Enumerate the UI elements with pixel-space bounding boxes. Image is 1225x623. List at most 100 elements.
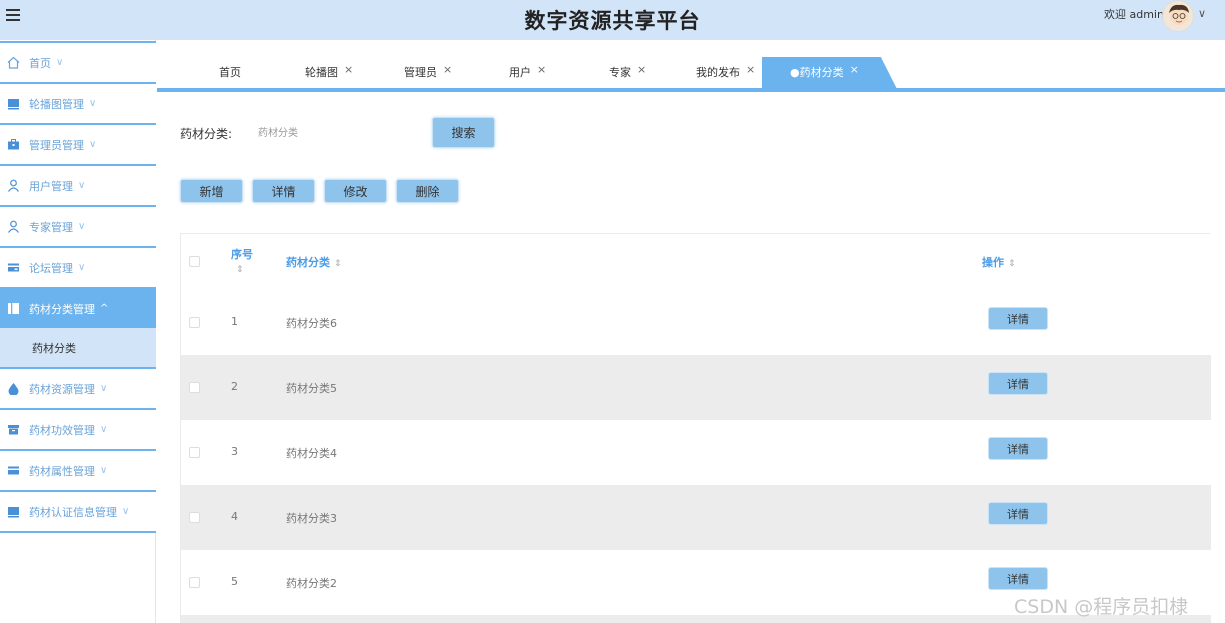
select-all-checkbox[interactable] [189,256,200,267]
tab-category[interactable]: ●药材分类 × [790,63,859,80]
sort-icon[interactable]: ⇕ [1008,259,1016,269]
chevron-down-icon: ∨ [100,383,108,394]
column-header-label: 操作 [982,256,1004,269]
row-detail-button[interactable]: 详情 [988,307,1048,330]
row-checkbox[interactable] [189,512,200,523]
sidebar-item-attributes[interactable]: 药材属性管理 ∨ [0,449,156,490]
sidebar-item-label: 专家管理 [29,220,73,234]
table-row: 1 药材分类6 详情 [181,290,1211,355]
user-icon [6,179,20,193]
close-icon[interactable]: × [850,63,859,76]
sidebar-item-users[interactable]: 用户管理 ∨ [0,164,156,205]
avatar[interactable] [1162,0,1194,32]
tab-label: 轮播图 [305,66,338,79]
sidebar-item-label: 药材属性管理 [29,464,95,478]
delete-button[interactable]: 删除 [396,179,459,203]
card-icon [6,261,20,275]
submenu-item-label: 药材分类 [32,342,76,355]
sidebar-item-certification[interactable]: 药材认证信息管理 ∨ [0,490,156,531]
chevron-down-icon: ∨ [78,221,86,232]
tab-label: 我的发布 [696,66,740,79]
chevron-down-icon: ∨ [89,139,97,150]
column-header-label: 序号 [231,248,253,261]
column-header-action[interactable]: 操作 ⇕ [982,254,1016,270]
sidebar-item-home[interactable]: 首页 ∨ [0,41,156,82]
user-icon [6,220,20,234]
chevron-down-icon[interactable]: ∨ [1198,7,1206,20]
chevron-down-icon: ∨ [78,180,86,191]
chevron-down-icon: ∨ [122,506,130,517]
row-index: 5 [231,575,238,588]
sidebar-item-carousel[interactable]: 轮播图管理 ∨ [0,82,156,123]
tab-carousel[interactable]: 轮播图 × [305,63,353,80]
welcome-text: 欢迎 admin [1104,8,1164,21]
sidebar-item-efficacy[interactable]: 药材功效管理 ∨ [0,408,156,449]
close-icon[interactable]: × [637,63,646,76]
row-checkbox[interactable] [189,317,200,328]
card-icon [6,464,20,478]
search-input[interactable] [250,119,420,147]
drop-icon [6,382,20,396]
row-checkbox[interactable] [189,577,200,588]
site-title: 数字资源共享平台 [524,9,701,33]
tab-experts[interactable]: 专家 × [609,63,646,80]
row-category: 药材分类2 [286,577,337,590]
tab-users[interactable]: 用户 × [509,63,546,80]
sidebar-item-resources[interactable]: 药材资源管理 ∨ [0,367,156,408]
close-icon[interactable]: × [443,63,452,76]
sidebar-item-label: 首页 [29,56,51,70]
sidebar-divider [0,531,156,533]
submenu-item-category[interactable]: 药材分类 [0,328,156,368]
home-icon [6,56,20,70]
sidebar-item-label: 论坛管理 [29,261,73,275]
row-category: 药材分类6 [286,317,337,330]
tab-home[interactable]: 首页 [219,64,241,80]
edit-button[interactable]: 修改 [324,179,387,203]
chevron-up-icon: ^ [100,303,109,314]
close-icon[interactable]: × [344,63,353,76]
row-detail-button[interactable]: 详情 [988,372,1048,395]
table-row: 3 药材分类4 详情 [181,420,1211,485]
sidebar-item-forum[interactable]: 论坛管理 ∨ [0,246,156,287]
sidebar-item-label: 药材认证信息管理 [29,505,117,519]
column-header-category[interactable]: 药材分类 ⇕ [286,254,342,270]
tab-label: 首页 [219,66,241,79]
table-row: 4 药材分类3 详情 [181,485,1211,550]
column-header-label: 药材分类 [286,256,330,269]
row-detail-button[interactable]: 详情 [988,567,1048,590]
chevron-down-icon: ∨ [56,57,64,68]
sidebar-item-category-management[interactable]: 药材分类管理 ^ [0,287,156,328]
sort-icon[interactable]: ⇕ [334,259,342,269]
row-category: 药材分类3 [286,512,337,525]
top-header: 数字资源共享平台 欢迎 admin ∨ [0,0,1225,40]
close-icon[interactable]: × [746,63,755,76]
row-detail-button[interactable]: 详情 [988,502,1048,525]
sidebar-item-experts[interactable]: 专家管理 ∨ [0,205,156,246]
monitor-icon [6,97,20,111]
add-button[interactable]: 新增 [180,179,243,203]
chevron-down-icon: ∨ [89,98,97,109]
chevron-down-icon: ∨ [100,424,108,435]
sidebar-item-label: 轮播图管理 [29,97,84,111]
sidebar-item-admins[interactable]: 管理员管理 ∨ [0,123,156,164]
sidebar-item-label: 药材分类管理 [29,302,95,316]
briefcase-icon [6,138,20,152]
sort-icon[interactable]: ⇕ [236,265,253,275]
table-row: 2 药材分类5 详情 [181,355,1211,420]
tabs-underline [157,88,1225,92]
tab-my-posts[interactable]: 我的发布 × [696,63,755,80]
search-button[interactable]: 搜索 [432,117,495,148]
monitor-icon [6,505,20,519]
tab-admins[interactable]: 管理员 × [404,63,452,80]
row-checkbox[interactable] [189,447,200,458]
close-icon[interactable]: × [537,63,546,76]
column-header-index[interactable]: 序号 ⇕ [231,246,253,275]
row-index: 4 [231,510,238,523]
detail-button[interactable]: 详情 [252,179,315,203]
row-checkbox[interactable] [189,382,200,393]
row-category: 药材分类4 [286,447,337,460]
row-index: 3 [231,445,238,458]
sidebar-item-label: 管理员管理 [29,138,84,152]
sidebar-item-label: 用户管理 [29,179,73,193]
row-detail-button[interactable]: 详情 [988,437,1048,460]
